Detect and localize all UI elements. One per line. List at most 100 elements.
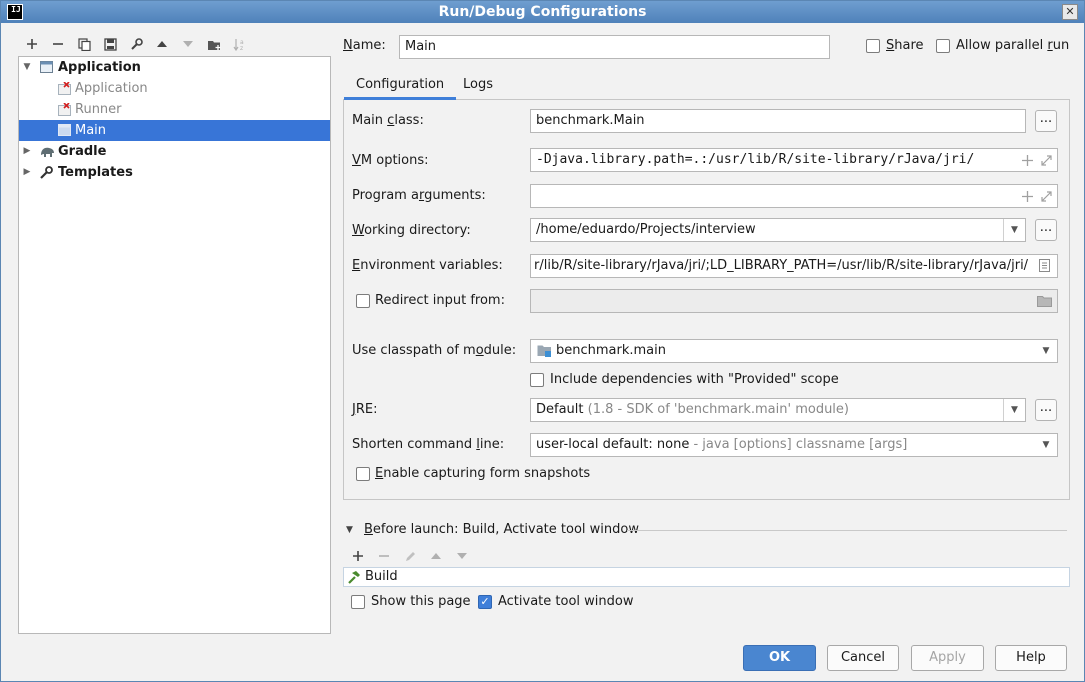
working-directory-combo[interactable]: /home/eduardo/Projects/interview ▼ [530,218,1026,242]
include-dependencies-checkbox[interactable] [530,373,544,387]
dropdown-arrow-icon[interactable]: ▼ [1035,340,1057,362]
redirect-input-label: Redirect input from: [375,293,505,308]
environment-variables-input[interactable]: r/lib/R/site-library/rJava/jri/;LD_LIBRA… [530,254,1058,278]
before-launch-list: Build [343,567,1070,587]
document-icon[interactable] [1039,259,1051,272]
before-launch-label: Before launch: Build, Activate tool wind… [364,522,639,537]
jre-combo[interactable]: Default (1.8 - SDK of 'benchmark.main' m… [530,398,1026,422]
label-post: lass: [394,113,424,128]
ok-button[interactable]: OK [743,645,816,671]
classpath-module-label: Use classpath of module: [352,343,516,358]
move-up-icon[interactable] [149,34,175,54]
classpath-module-value: benchmark.main [556,343,666,358]
redirect-input-field[interactable] [530,289,1058,313]
allow-parallel-label: Allow parallel run [956,38,1069,53]
invalid-config-icon [58,82,71,95]
folder-icon[interactable] [1037,295,1052,307]
name-label-mnemonic: N [343,38,353,53]
main-class-label: Main class: [352,113,424,128]
close-window-button[interactable]: ✕ [1062,4,1078,20]
enable-snapshots-checkbox[interactable] [356,467,370,481]
help-button[interactable]: Help [995,645,1067,671]
tree-item-label: Runner [75,102,122,117]
tree-item-application-group[interactable]: ▼ Application [19,57,330,78]
enable-snapshots-label: Enable capturing form snapshots [375,466,590,481]
add-icon[interactable] [345,546,371,566]
expand-editor-icon[interactable] [1041,155,1052,166]
expand-icon[interactable]: ▶ [21,141,33,162]
activate-tool-window-checkbox[interactable]: ✓ [478,595,492,609]
plus-icon[interactable] [1022,155,1033,166]
svg-text:z: z [240,45,243,51]
save-icon[interactable] [97,34,123,54]
share-label: Share [886,38,924,53]
show-this-page-checkbox[interactable] [351,595,365,609]
environment-variables-label: Environment variables: [352,258,503,273]
remove-icon[interactable] [371,546,397,566]
activate-tool-window-label: Activate tool window [498,594,634,609]
allow-parallel-checkbox[interactable] [936,39,950,53]
list-item-build[interactable]: Build [344,568,1069,586]
vm-options-input[interactable]: -Djava.library.path=.:/usr/lib/R/site-li… [530,148,1058,172]
collapse-before-launch-icon[interactable]: ▼ [346,525,353,535]
sort-icon[interactable]: az [227,34,253,54]
label-mnemonic: V [352,153,361,168]
program-arguments-input[interactable] [530,184,1058,208]
label-post: efore launch: Build, Activate tool windo… [372,522,639,537]
config-toolbar: az [19,34,253,54]
label-mnemonic: W [352,223,365,238]
list-item-label: Build [365,569,398,584]
shorten-value: user-local default: none [536,437,690,452]
expand-editor-icon[interactable] [1041,191,1052,202]
tree-item-main[interactable]: Main [19,120,330,141]
before-launch-toolbar [345,546,475,566]
main-class-input[interactable]: benchmark.Main [530,109,1026,133]
dropdown-arrow-icon[interactable]: ▼ [1003,219,1025,241]
share-checkbox[interactable] [866,39,880,53]
tab-logs[interactable]: Logs [451,71,505,100]
browse-working-directory-button[interactable]: ... [1035,219,1057,241]
redirect-input-checkbox[interactable] [356,294,370,308]
label-post: RE: [355,402,378,417]
application-icon [40,61,53,73]
name-input[interactable]: Main [399,35,830,59]
shorten-command-line-label: Shorten command line: [352,437,504,452]
move-down-icon[interactable] [175,34,201,54]
collapse-icon[interactable]: ▼ [21,57,33,78]
tree-item-label: Gradle [58,144,107,159]
dropdown-arrow-icon[interactable]: ▼ [1035,434,1057,456]
expand-icon[interactable]: ▶ [21,162,33,183]
cancel-button[interactable]: Cancel [827,645,899,671]
add-icon[interactable] [19,34,45,54]
configuration-tree[interactable]: ▼ Application Application Runner Main ▶ … [18,56,331,634]
apply-button[interactable]: Apply [911,645,984,671]
tab-configuration[interactable]: Configuration [344,71,457,100]
folder-add-icon[interactable] [201,34,227,54]
remove-icon[interactable] [45,34,71,54]
working-directory-label: Working directory: [352,223,471,238]
wrench-icon[interactable] [123,34,149,54]
tree-item-application[interactable]: Application [19,78,330,99]
label-post: orking directory: [364,223,471,238]
copy-icon[interactable] [71,34,97,54]
tree-item-runner[interactable]: Runner [19,99,330,120]
tree-item-label: Application [58,60,141,75]
edit-pencil-icon[interactable] [397,546,423,566]
browse-main-class-button[interactable]: ... [1035,110,1057,132]
shorten-command-line-combo[interactable]: user-local default: none - java [options… [530,433,1058,457]
hammer-icon [348,571,360,584]
plus-icon[interactable] [1022,191,1033,202]
browse-jre-button[interactable]: ... [1035,399,1057,421]
program-arguments-label: Program arguments: [352,188,486,203]
move-up-icon[interactable] [423,546,449,566]
label-mnemonic: o [475,343,484,358]
gradle-elephant-icon [41,147,54,157]
share-label-post: hare [894,38,924,53]
classpath-module-combo[interactable]: benchmark.main ▼ [530,339,1058,363]
vm-options-label: VM options: [352,153,429,168]
tree-item-templates[interactable]: ▶ Templates [19,162,330,183]
jre-label: JRE: [352,402,377,417]
move-down-icon[interactable] [449,546,475,566]
tree-item-gradle[interactable]: ▶ Gradle [19,141,330,162]
dropdown-arrow-icon[interactable]: ▼ [1003,399,1025,421]
